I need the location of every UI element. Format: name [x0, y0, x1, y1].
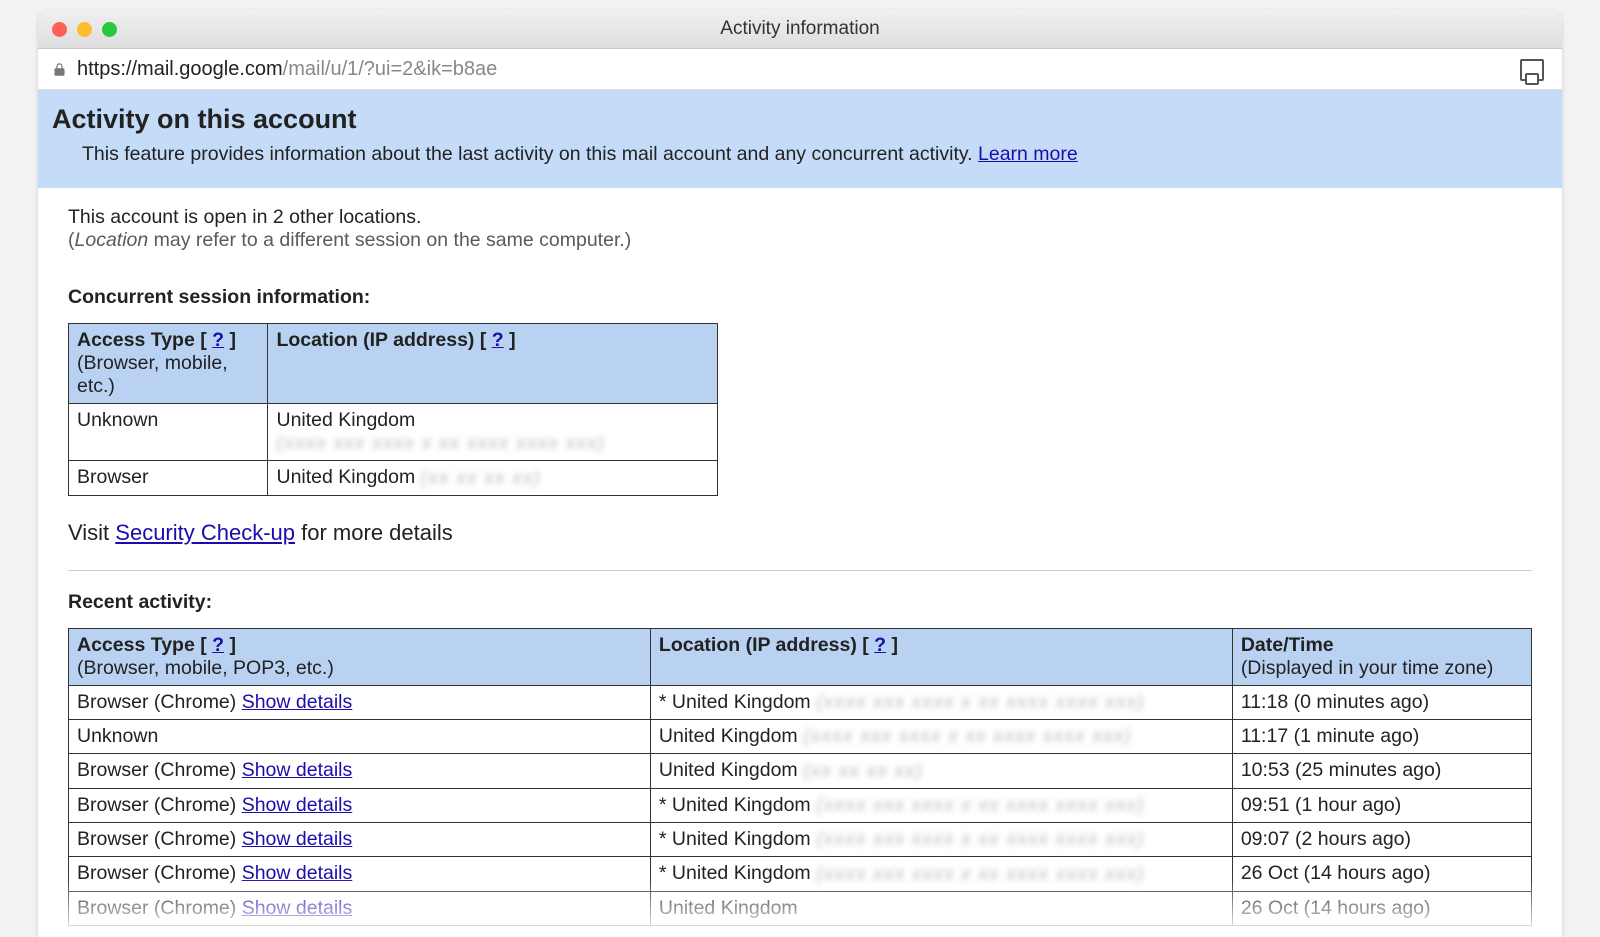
cell-location: * United Kingdom (xxxx xxx xxxx x xx xxx… [650, 788, 1232, 822]
help-location-link[interactable]: ? [492, 329, 504, 351]
show-details-link[interactable]: Show details [242, 897, 353, 919]
table-row: Browser (Chrome) Show details * United K… [69, 685, 1532, 719]
concurrent-heading: Concurrent session information: [68, 286, 1532, 309]
show-details-link[interactable]: Show details [242, 862, 353, 884]
cell-location: United Kingdom [650, 891, 1232, 925]
recent-col-access-type: Access Type [ ? ] (Browser, mobile, POP3… [69, 628, 651, 685]
responsive-mode-icon[interactable] [1520, 59, 1544, 81]
table-row: Unknown United Kingdom (xxxx xxx xxxx x … [69, 404, 718, 461]
close-window-button[interactable] [52, 22, 67, 37]
help-location-link[interactable]: ? [874, 634, 886, 656]
cell-access-type: Browser (Chrome) Show details [69, 857, 651, 891]
cell-access-type: Browser (Chrome) Show details [69, 823, 651, 857]
table-row: Browser (Chrome) Show details United Kin… [69, 891, 1532, 925]
minimize-window-button[interactable] [77, 22, 92, 37]
recent-activity-heading: Recent activity: [68, 591, 1532, 614]
cell-datetime: 10:53 (25 minutes ago) [1232, 754, 1531, 788]
divider [68, 570, 1532, 571]
show-details-link[interactable]: Show details [242, 759, 353, 781]
table-row: Unknown United Kingdom (xxxx xxx xxxx x … [69, 720, 1532, 754]
open-locations-note: (Location may refer to a different sessi… [68, 229, 1532, 252]
recent-col-location: Location (IP address) [ ? ] [650, 628, 1232, 685]
table-row: Browser (Chrome) Show details United Kin… [69, 754, 1532, 788]
cell-datetime: 26 Oct (14 hours ago) [1232, 891, 1531, 925]
url-path: /mail/u/1/?ui=2&ik=b8ae [283, 58, 498, 81]
table-row: Browser (Chrome) Show details * United K… [69, 857, 1532, 891]
cell-location: * United Kingdom (xxxx xxx xxxx x xx xxx… [650, 823, 1232, 857]
help-access-type-link[interactable]: ? [212, 329, 224, 351]
banner-description: This feature provides information about … [82, 143, 1544, 166]
window-title: Activity information [720, 18, 879, 40]
cell-location: * United Kingdom (xxxx xxx xxxx x xx xxx… [650, 685, 1232, 719]
address-bar[interactable]: https://mail.google.com/mail/u/1/?ui=2&i… [38, 49, 1562, 90]
security-checkup-link[interactable]: Security Check-up [115, 520, 295, 545]
show-details-link[interactable]: Show details [242, 691, 353, 713]
fullscreen-window-button[interactable] [102, 22, 117, 37]
cell-datetime: 11:17 (1 minute ago) [1232, 720, 1531, 754]
show-details-link[interactable]: Show details [242, 828, 353, 850]
url-prefix: https:// [77, 58, 137, 81]
show-details-link[interactable]: Show details [242, 794, 353, 816]
learn-more-link[interactable]: Learn more [978, 143, 1078, 165]
security-checkup-line: Visit Security Check-up for more details [68, 520, 1532, 546]
cell-location: United Kingdom (xx xx xx xx) [650, 754, 1232, 788]
cell-location: * United Kingdom (xxxx xxx xxxx x xx xxx… [650, 857, 1232, 891]
concurrent-col-access-type: Access Type [ ? ] (Browser, mobile, etc.… [69, 324, 268, 404]
recent-col-datetime: Date/Time (Displayed in your time zone) [1232, 628, 1531, 685]
page-content: Activity on this account This feature pr… [38, 90, 1562, 937]
cell-access-type: Browser (Chrome) Show details [69, 685, 651, 719]
cell-access-type: Browser (Chrome) Show details [69, 788, 651, 822]
table-row: Browser United Kingdom (xx xx xx xx) [69, 461, 718, 495]
cell-location: United Kingdom (xxxx xxx xxxx x xx xxxx … [650, 720, 1232, 754]
cell-access-type: Unknown [69, 720, 651, 754]
cell-location: United Kingdom (xx xx xx xx) [268, 461, 718, 495]
banner: Activity on this account This feature pr… [38, 90, 1562, 188]
cell-datetime: 11:18 (0 minutes ago) [1232, 685, 1531, 719]
titlebar: Activity information [38, 10, 1562, 49]
window-controls [52, 22, 117, 37]
recent-activity-table: Access Type [ ? ] (Browser, mobile, POP3… [68, 628, 1532, 926]
concurrent-col-location: Location (IP address) [ ? ] [268, 324, 718, 404]
help-access-type-link[interactable]: ? [212, 634, 224, 656]
table-row: Browser (Chrome) Show details * United K… [69, 788, 1532, 822]
open-locations-line1: This account is open in 2 other location… [68, 206, 1532, 229]
cell-datetime: 09:51 (1 hour ago) [1232, 788, 1531, 822]
concurrent-session-table: Access Type [ ? ] (Browser, mobile, etc.… [68, 323, 718, 496]
cell-location: United Kingdom (xxxx xxx xxxx x xx xxxx … [268, 404, 718, 461]
cell-access-type: Browser (Chrome) Show details [69, 754, 651, 788]
cell-datetime: 26 Oct (14 hours ago) [1232, 857, 1531, 891]
page-heading: Activity on this account [52, 104, 1544, 135]
cell-access-type: Browser (Chrome) Show details [69, 891, 651, 925]
window-frame: Activity information https://mail.google… [38, 10, 1562, 937]
url-host: mail.google.com [137, 58, 283, 81]
cell-access-type: Unknown [69, 404, 268, 461]
lock-icon [52, 62, 67, 77]
cell-access-type: Browser [69, 461, 268, 495]
cell-datetime: 09:07 (2 hours ago) [1232, 823, 1531, 857]
table-row: Browser (Chrome) Show details * United K… [69, 823, 1532, 857]
